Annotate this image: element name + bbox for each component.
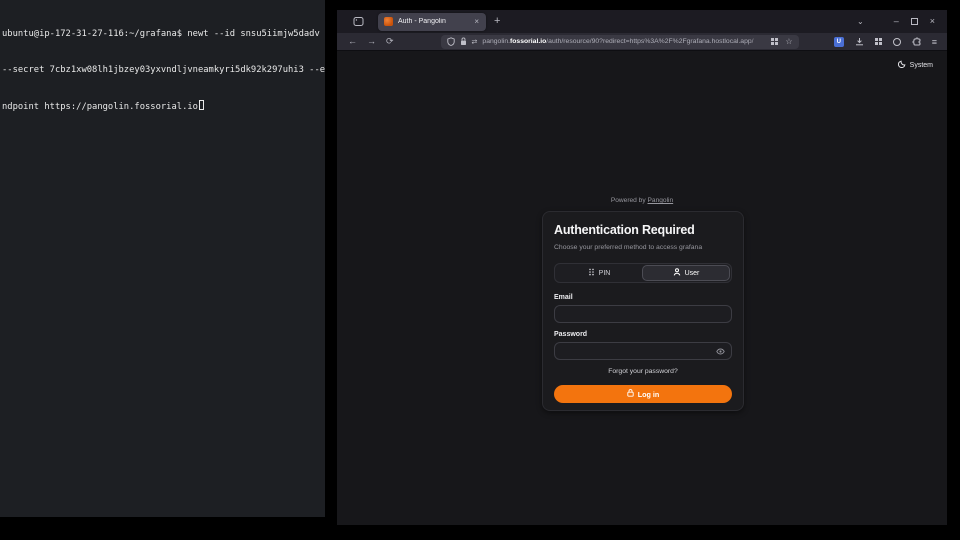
card-title: Authentication Required	[554, 222, 732, 238]
adblock-extension-icon[interactable]: U	[834, 37, 844, 47]
maximize-button[interactable]	[911, 18, 918, 25]
tab-pin[interactable]: PIN	[556, 265, 642, 281]
urlbar-end-icons: ☆	[771, 37, 792, 46]
permissions-swap-icon[interactable]: ⇄	[472, 38, 478, 46]
terminal-line: --secret 7cbz1xw08lh1jbzey03yxvndljvneam…	[2, 64, 325, 76]
password-label: Password	[554, 331, 732, 338]
theme-toggle[interactable]: System	[898, 60, 933, 70]
url-text[interactable]: pangolin.fossorial.io/auth/resource/90?r…	[482, 38, 767, 45]
lock-icon[interactable]	[460, 37, 467, 46]
firefox-view-icon[interactable]	[351, 15, 365, 29]
reload-button[interactable]: ⟳	[381, 37, 399, 46]
url-prefix: pangolin.	[482, 38, 510, 45]
auth-method-tabs: PIN User	[554, 263, 732, 283]
user-icon	[673, 268, 681, 278]
new-tab-button[interactable]: +	[494, 16, 500, 27]
pangolin-link[interactable]: Pangolin	[648, 197, 674, 204]
hamburger-menu-icon[interactable]: ≡	[932, 37, 937, 47]
tab-pin-label: PIN	[599, 270, 611, 277]
tracking-shield-icon[interactable]	[447, 37, 455, 46]
password-input[interactable]	[555, 343, 731, 359]
bookmark-star-icon[interactable]: ☆	[785, 37, 792, 46]
terminal-cursor	[199, 100, 204, 110]
tabs-list-chevron-icon[interactable]: ⌄	[857, 18, 864, 26]
browser-toolbar: ← → ⟳ ⇄ pangolin.fossorial.io/auth/resou…	[337, 33, 947, 51]
dialpad-icon	[588, 268, 595, 278]
password-field-wrap	[554, 342, 732, 360]
back-button[interactable]: ←	[343, 37, 362, 46]
terminal-line-text: ndpoint https://pangolin.fossorial.io	[2, 102, 198, 112]
terminal-output: ubuntu@ip-172-31-27-116:~/grafana$ newt …	[0, 0, 325, 137]
terminal-line: ubuntu@ip-172-31-27-116:~/grafana$ newt …	[2, 28, 325, 40]
browser-window: Auth - Pangolin × + ⌄ – × ← → ⟳	[337, 10, 947, 525]
apps-grid-icon[interactable]	[875, 38, 882, 45]
moon-icon	[898, 60, 906, 70]
tab-user-label: User	[685, 270, 700, 277]
browser-tab[interactable]: Auth - Pangolin ×	[378, 13, 486, 31]
extensions-puzzle-icon[interactable]	[912, 33, 921, 51]
minimize-button[interactable]: –	[894, 17, 899, 26]
url-domain: fossorial.io	[510, 38, 546, 45]
pangolin-favicon-icon	[384, 17, 393, 26]
browser-tab-bar: Auth - Pangolin × + ⌄ – ×	[337, 10, 947, 33]
auth-card: Authentication Required Choose your pref…	[542, 211, 744, 411]
containers-grid-icon[interactable]	[771, 38, 778, 45]
forgot-password-link[interactable]: Forgot your password?	[554, 368, 732, 375]
terminal-line: ndpoint https://pangolin.fossorial.io	[2, 100, 325, 113]
card-subtitle: Choose your preferred method to access g…	[554, 243, 732, 252]
account-icon[interactable]	[893, 38, 901, 46]
address-bar[interactable]: ⇄ pangolin.fossorial.io/auth/resource/90…	[441, 35, 799, 49]
email-label: Email	[554, 294, 732, 301]
login-button[interactable]: Log in	[554, 385, 732, 403]
url-path: /auth/resource/90?redirect=https%3A%2F%2…	[546, 38, 753, 45]
forward-button[interactable]: →	[362, 37, 381, 46]
auth-page: System Powered by Pangolin Authenticatio…	[337, 51, 947, 525]
tab-title: Auth - Pangolin	[398, 18, 473, 25]
show-password-eye-icon[interactable]	[716, 347, 725, 356]
tab-user[interactable]: User	[642, 265, 730, 281]
login-lock-icon	[627, 389, 634, 399]
theme-label: System	[910, 62, 933, 69]
window-controls: ⌄ – ×	[857, 17, 947, 26]
close-window-button[interactable]: ×	[930, 17, 935, 26]
downloads-icon[interactable]	[855, 33, 864, 51]
desktop: ubuntu@ip-172-31-27-116:~/grafana$ newt …	[0, 0, 960, 540]
tab-close-icon[interactable]: ×	[473, 17, 480, 26]
powered-by-text: Powered by	[611, 197, 646, 204]
login-button-label: Log in	[638, 390, 660, 399]
powered-by: Powered by Pangolin	[337, 197, 947, 204]
terminal-window[interactable]: ubuntu@ip-172-31-27-116:~/grafana$ newt …	[0, 0, 325, 517]
toolbar-right-icons: U ≡	[834, 33, 947, 51]
email-field-wrap	[554, 305, 732, 323]
email-input[interactable]	[555, 306, 731, 322]
